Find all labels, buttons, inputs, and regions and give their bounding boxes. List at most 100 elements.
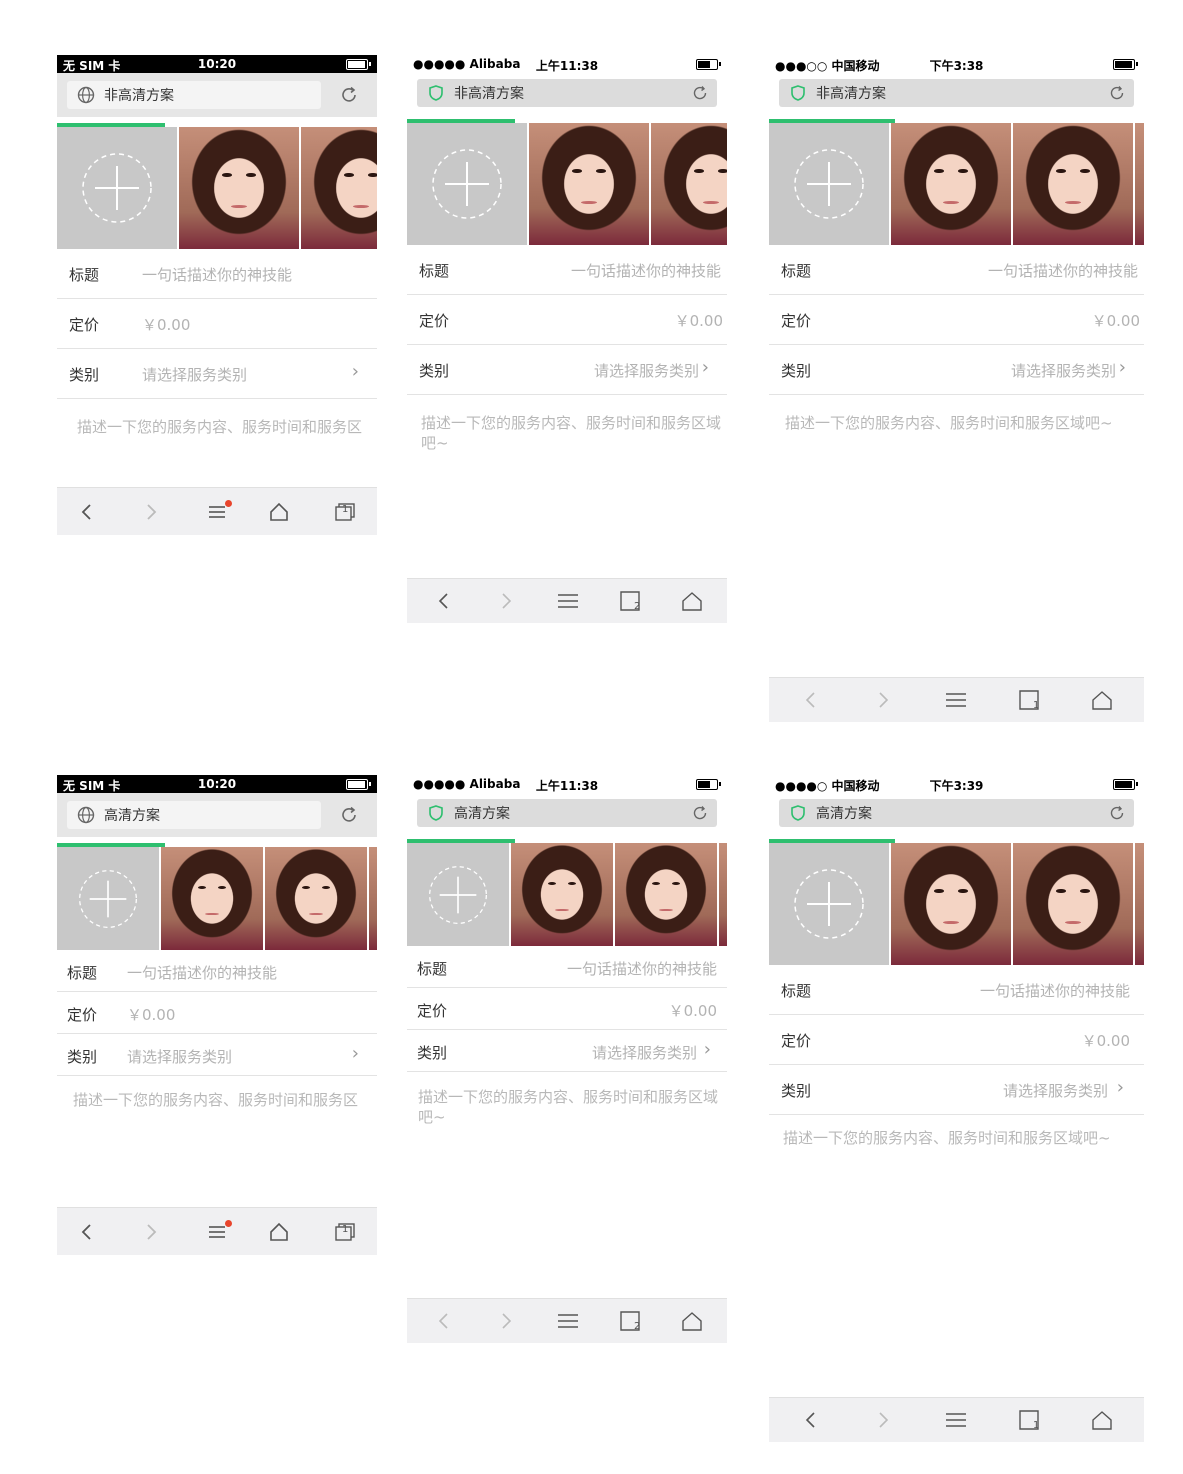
home-icon[interactable]: [661, 1299, 723, 1343]
price-row[interactable]: 定价 ￥0.00: [57, 299, 377, 349]
tabs-icon[interactable]: 2: [599, 579, 661, 623]
photo-thumbnail[interactable]: [1011, 123, 1133, 245]
photo-thumbnail[interactable]: [1133, 123, 1144, 245]
photo-thumbnail[interactable]: [1011, 843, 1133, 965]
photo-thumbnail[interactable]: [367, 847, 377, 950]
category-row[interactable]: 类别 请选择服务类别 ›: [769, 345, 1144, 395]
price-input[interactable]: ￥0.00: [127, 1004, 175, 1025]
forward-icon[interactable]: [475, 1299, 537, 1343]
category-row[interactable]: 类别 请选择服务类别 ›: [407, 345, 727, 395]
forward-icon[interactable]: [121, 488, 181, 535]
category-row[interactable]: 类别 请选择服务类别 ›: [407, 1030, 727, 1072]
add-photo-button[interactable]: [57, 847, 159, 950]
title-input[interactable]: 一句话描述你的神技能: [127, 962, 277, 983]
title-row[interactable]: 标题 一句话描述你的神技能: [407, 946, 727, 988]
category-row[interactable]: 类别 请选择服务类别 ›: [769, 1065, 1144, 1115]
category-select[interactable]: 请选择服务类别: [142, 364, 247, 385]
category-select[interactable]: 请选择服务类别: [592, 1042, 697, 1063]
add-photo-button[interactable]: [769, 843, 889, 965]
menu-icon[interactable]: [920, 678, 992, 722]
photo-thumbnail[interactable]: [177, 127, 299, 249]
title-input[interactable]: 一句话描述你的神技能: [571, 260, 721, 281]
add-photo-button[interactable]: [57, 127, 177, 249]
description-input[interactable]: 描述一下您的服务内容、服务时间和服务区: [77, 417, 369, 437]
refresh-icon[interactable]: [1108, 84, 1126, 106]
title-input[interactable]: 一句话描述你的神技能: [980, 980, 1130, 1001]
back-icon[interactable]: [57, 1208, 117, 1255]
refresh-icon[interactable]: [337, 83, 361, 107]
tabs-icon[interactable]: 2: [599, 1299, 661, 1343]
category-select[interactable]: 请选择服务类别: [127, 1046, 232, 1067]
url-field[interactable]: 非高清方案: [779, 79, 1134, 107]
forward-icon[interactable]: [847, 1398, 919, 1442]
photo-thumbnail[interactable]: [889, 123, 1011, 245]
title-row[interactable]: 标题 一句话描述你的神技能: [769, 245, 1144, 295]
menu-icon[interactable]: [537, 579, 599, 623]
back-icon[interactable]: [57, 488, 117, 535]
price-row[interactable]: 定价 ￥0.00: [57, 992, 377, 1034]
price-row[interactable]: 定价 ￥0.00: [769, 295, 1144, 345]
refresh-icon[interactable]: [1108, 804, 1126, 826]
description-input[interactable]: 描述一下您的服务内容、服务时间和服务区域吧~: [783, 1128, 1133, 1148]
photo-thumbnail[interactable]: [613, 843, 717, 946]
title-input[interactable]: 一句话描述你的神技能: [567, 958, 717, 979]
title-input[interactable]: 一句话描述你的神技能: [988, 260, 1138, 281]
price-input[interactable]: ￥0.00: [1082, 1030, 1130, 1051]
add-photo-button[interactable]: [769, 123, 889, 245]
home-icon[interactable]: [249, 1208, 309, 1255]
photo-thumbnail[interactable]: [299, 127, 377, 249]
title-input[interactable]: 一句话描述你的神技能: [142, 264, 292, 285]
forward-icon[interactable]: [121, 1208, 181, 1255]
photo-thumbnail[interactable]: [509, 843, 613, 946]
description-input[interactable]: 描述一下您的服务内容、服务时间和服务区域吧~: [785, 413, 1135, 433]
category-row[interactable]: 类别 请选择服务类别 ›: [57, 349, 377, 399]
price-input[interactable]: ￥0.00: [669, 1000, 717, 1021]
description-input[interactable]: 描述一下您的服务内容、服务时间和服务区域吧~: [418, 1087, 718, 1127]
photo-thumbnail[interactable]: [889, 843, 1011, 965]
url-field[interactable]: 高清方案: [779, 799, 1134, 827]
back-icon[interactable]: [775, 1398, 847, 1442]
title-row[interactable]: 标题 一句话描述你的神技能: [57, 950, 377, 992]
menu-icon[interactable]: [187, 1208, 247, 1255]
category-row[interactable]: 类别 请选择服务类别 ›: [57, 1034, 377, 1076]
forward-icon[interactable]: [847, 678, 919, 722]
back-icon[interactable]: [413, 579, 475, 623]
home-icon[interactable]: [1066, 1398, 1138, 1442]
menu-icon[interactable]: [187, 488, 247, 535]
url-field[interactable]: 高清方案: [67, 801, 321, 829]
home-icon[interactable]: [661, 579, 723, 623]
menu-icon[interactable]: [537, 1299, 599, 1343]
title-row[interactable]: 标题 一句话描述你的神技能: [407, 245, 727, 295]
back-icon[interactable]: [413, 1299, 475, 1343]
title-row[interactable]: 标题 一句话描述你的神技能: [769, 965, 1144, 1015]
url-field[interactable]: 非高清方案: [417, 79, 717, 107]
price-input[interactable]: ￥0.00: [675, 310, 723, 331]
home-icon[interactable]: [1066, 678, 1138, 722]
tabs-icon[interactable]: 1: [315, 488, 375, 535]
photo-thumbnail[interactable]: [159, 847, 263, 950]
back-icon[interactable]: [775, 678, 847, 722]
price-row[interactable]: 定价 ￥0.00: [407, 295, 727, 345]
category-select[interactable]: 请选择服务类别: [1011, 360, 1116, 381]
photo-thumbnail[interactable]: [263, 847, 367, 950]
url-field[interactable]: 非高清方案: [67, 81, 321, 109]
description-input[interactable]: 描述一下您的服务内容、服务时间和服务区: [73, 1090, 369, 1110]
price-row[interactable]: 定价 ￥0.00: [769, 1015, 1144, 1065]
add-photo-button[interactable]: [407, 123, 527, 245]
price-row[interactable]: 定价 ￥0.00: [407, 988, 727, 1030]
url-field[interactable]: 高清方案: [417, 799, 717, 827]
photo-thumbnail[interactable]: [649, 123, 727, 245]
menu-icon[interactable]: [920, 1398, 992, 1442]
refresh-icon[interactable]: [337, 803, 361, 827]
photo-thumbnail[interactable]: [527, 123, 649, 245]
price-input[interactable]: ￥0.00: [142, 314, 190, 335]
refresh-icon[interactable]: [691, 804, 709, 826]
description-input[interactable]: 描述一下您的服务内容、服务时间和服务区域吧~: [421, 413, 721, 453]
title-row[interactable]: 标题 一句话描述你的神技能: [57, 249, 377, 299]
refresh-icon[interactable]: [691, 84, 709, 106]
tabs-icon[interactable]: 1: [993, 678, 1065, 722]
tabs-icon[interactable]: 1: [315, 1208, 375, 1255]
add-photo-button[interactable]: [407, 843, 509, 946]
home-icon[interactable]: [249, 488, 309, 535]
category-select[interactable]: 请选择服务类别: [594, 360, 699, 381]
